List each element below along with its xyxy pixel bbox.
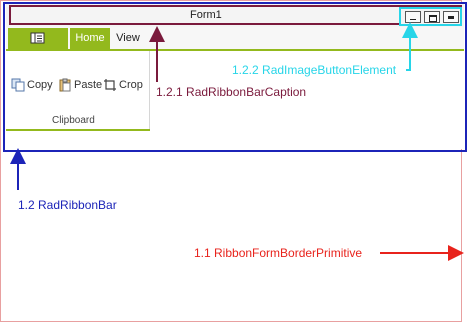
border-label: 1.1 RibbonFormBorderPrimitive: [194, 246, 363, 260]
caption-label: 1.2.1 RadRibbonBarCaption: [156, 85, 307, 99]
image-button-arrow: [402, 22, 418, 71]
ribbon-bar-label: 1.2 RadRibbonBar: [18, 198, 117, 212]
image-button-label: 1.2.2 RadImageButtonElement: [232, 63, 397, 77]
annotation-arrows: [10, 22, 464, 261]
